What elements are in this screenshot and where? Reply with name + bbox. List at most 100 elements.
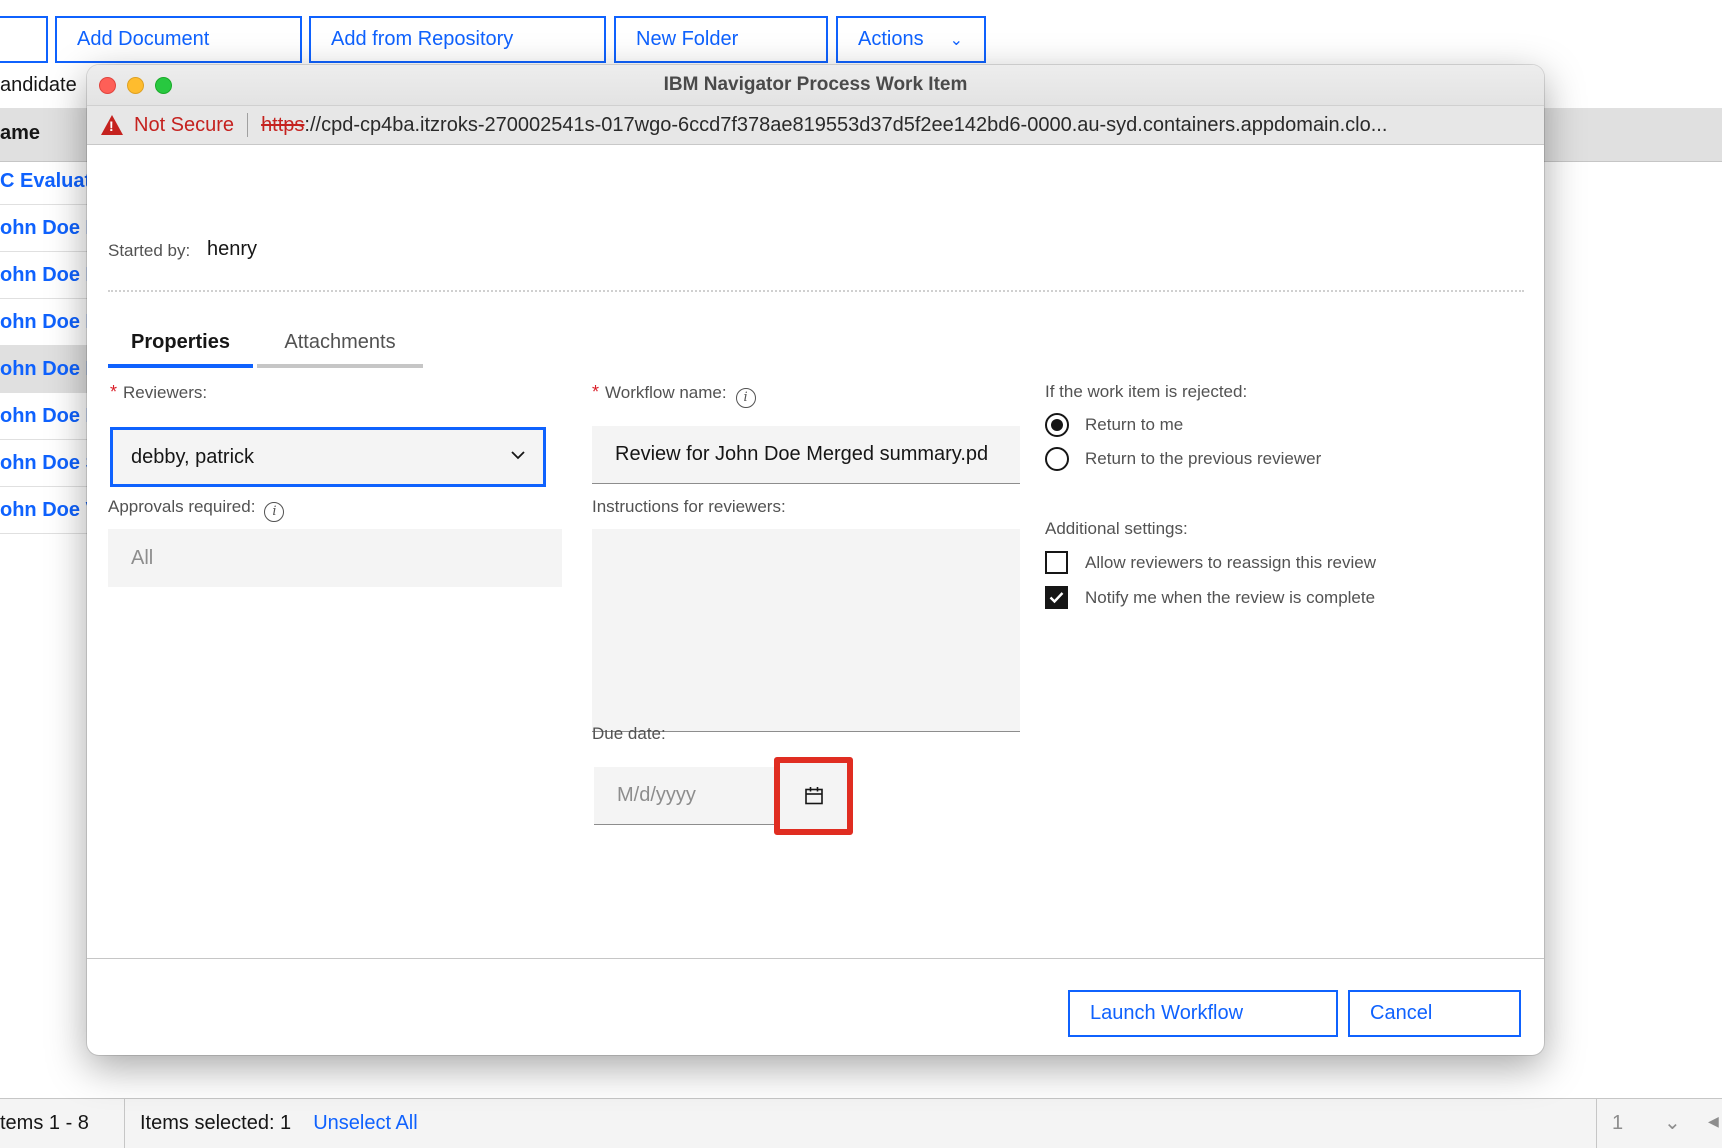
started-by-value: henry — [207, 238, 258, 260]
table-row[interactable]: ohn Doe D — [0, 252, 90, 299]
tab-properties-label: Properties — [131, 330, 230, 353]
page-number-select[interactable]: 1 — [1612, 1112, 1623, 1135]
cancel-button[interactable]: Cancel — [1348, 990, 1521, 1037]
new-folder-button[interactable]: New Folder — [614, 16, 828, 63]
url-text: ://cpd-cp4ba.itzroks-270002541s-017wgo-6… — [304, 113, 1388, 136]
address-bar[interactable]: Not Secure https ://cpd-cp4ba.itzroks-27… — [87, 105, 1544, 145]
rejected-label: If the work item is rejected: — [1045, 382, 1248, 401]
checkmark-icon — [1045, 586, 1068, 609]
due-date-input[interactable]: M/d/yyyy — [594, 767, 774, 825]
close-window-button[interactable] — [99, 77, 116, 94]
info-icon[interactable]: i — [264, 502, 285, 522]
approvals-value: All — [131, 546, 154, 569]
notify-complete-label: Notify me when the review is complete — [1085, 587, 1376, 607]
name-column-header[interactable]: ame — [0, 122, 40, 145]
url-scheme: https — [261, 113, 305, 136]
bg-partial-button[interactable] — [0, 16, 48, 63]
workflow-name-value: Review for John Doe Merged summary.pd — [615, 443, 989, 465]
instructions-textarea[interactable] — [592, 529, 1020, 732]
row-name-link[interactable]: ohn Doe F — [0, 405, 90, 428]
dialog-content: Started by: henry Properties Attachments… — [87, 145, 1544, 1055]
tab-attachments-label: Attachments — [284, 330, 396, 353]
actions-label: Actions — [858, 28, 924, 50]
actions-button[interactable]: Actions ⌄ — [836, 16, 986, 63]
chevron-down-icon — [511, 451, 525, 460]
calendar-button[interactable] — [774, 757, 853, 835]
cancel-label: Cancel — [1370, 1002, 1433, 1024]
chevron-down-icon[interactable]: ⌄ — [1664, 1110, 1681, 1135]
radio-selected-icon — [1045, 413, 1069, 437]
table-row[interactable]: ohn Doe S — [0, 440, 90, 487]
additional-settings-label: Additional settings: — [1045, 519, 1188, 538]
due-date-placeholder: M/d/yyyy — [617, 784, 696, 806]
warning-icon — [101, 115, 123, 135]
status-divider — [124, 1098, 125, 1148]
row-name-link[interactable]: ohn Doe E — [0, 311, 90, 334]
window-titlebar: IBM Navigator Process Work Item — [87, 65, 1544, 105]
table-row[interactable]: ohn Doe M — [0, 346, 90, 393]
radio-return-to-me[interactable]: Return to me — [1045, 413, 1183, 437]
tab-properties[interactable]: Properties — [108, 320, 253, 368]
divider — [108, 290, 1524, 292]
candidate-label: andidate — [0, 74, 77, 96]
workflow-name-label: * Workflow name: i — [592, 382, 756, 408]
add-from-repository-label: Add from Repository — [331, 28, 514, 50]
work-item-window: IBM Navigator Process Work Item Not Secu… — [87, 65, 1544, 1055]
previous-page-icon[interactable]: ◀ — [1708, 1113, 1719, 1130]
items-range: tems 1 - 8 — [0, 1112, 89, 1134]
table-row[interactable]: ohn Doe V — [0, 487, 90, 534]
workflow-name-label-text: Workflow name: — [605, 383, 727, 402]
launch-workflow-button[interactable]: Launch Workflow — [1068, 990, 1338, 1037]
add-document-button[interactable]: Add Document — [55, 16, 302, 63]
table-row[interactable]: ohn Doe E — [0, 299, 90, 346]
tab-attachments[interactable]: Attachments — [257, 320, 423, 368]
unselect-all-link[interactable]: Unselect All — [313, 1112, 418, 1135]
add-from-repository-button[interactable]: Add from Repository — [309, 16, 606, 63]
approvals-label: Approvals required: i — [108, 497, 285, 522]
checkbox-unchecked-icon — [1045, 551, 1068, 574]
workflow-name-input[interactable]: Review for John Doe Merged summary.pd — [592, 426, 1020, 484]
launch-workflow-label: Launch Workflow — [1090, 1002, 1244, 1024]
allow-reassign-checkbox[interactable]: Allow reviewers to reassign this review — [1045, 551, 1376, 574]
row-name-link[interactable]: ohn Doe S — [0, 452, 90, 475]
radio-previous-reviewer-label: Return to the previous reviewer — [1085, 449, 1322, 468]
radio-previous-reviewer[interactable]: Return to the previous reviewer — [1045, 447, 1321, 471]
items-selected: Items selected: 1 — [140, 1112, 292, 1134]
window-title: IBM Navigator Process Work Item — [663, 74, 968, 95]
footer-divider — [87, 958, 1544, 959]
row-name-link[interactable]: ohn Doe D — [0, 217, 90, 240]
calendar-icon — [804, 787, 823, 805]
required-indicator: * — [592, 382, 600, 402]
approvals-label-text: Approvals required: — [108, 497, 256, 516]
row-name-link[interactable]: C Evaluat — [0, 170, 90, 193]
not-secure-label: Not Secure — [134, 113, 235, 136]
table-row[interactable]: ohn Doe F — [0, 393, 90, 440]
reviewers-value: debby, patrick — [131, 445, 255, 468]
row-name-link[interactable]: ohn Doe M — [0, 358, 90, 381]
minimize-window-button[interactable] — [127, 77, 144, 94]
zoom-window-button[interactable] — [155, 77, 172, 94]
reviewers-label: * Reviewers: — [110, 382, 207, 403]
instructions-label: Instructions for reviewers: — [592, 497, 786, 516]
url-divider — [247, 113, 249, 137]
required-indicator: * — [110, 382, 118, 402]
pager-divider — [1596, 1099, 1597, 1148]
approvals-field: All — [108, 529, 562, 587]
radio-unselected-icon — [1045, 447, 1069, 471]
info-icon[interactable]: i — [735, 388, 756, 408]
started-by-label: Started by: — [108, 241, 191, 260]
new-folder-label: New Folder — [636, 28, 739, 50]
reviewers-label-text: Reviewers: — [123, 383, 208, 402]
notify-complete-checkbox[interactable]: Notify me when the review is complete — [1045, 586, 1375, 609]
row-name-link[interactable]: ohn Doe D — [0, 264, 90, 287]
add-document-label: Add Document — [77, 28, 210, 50]
due-date-label: Due date: — [592, 724, 666, 743]
table-row[interactable]: C Evaluat — [0, 158, 90, 205]
radio-return-to-me-label: Return to me — [1085, 415, 1184, 434]
allow-reassign-label: Allow reviewers to reassign this review — [1085, 552, 1376, 572]
table-row[interactable]: ohn Doe D — [0, 205, 90, 252]
reviewers-select[interactable]: debby, patrick — [110, 427, 546, 487]
status-bar: tems 1 - 8 Items selected: 1 Unselect Al… — [0, 1098, 1722, 1148]
row-name-link[interactable]: ohn Doe V — [0, 499, 90, 522]
chevron-down-icon: ⌄ — [949, 31, 963, 49]
